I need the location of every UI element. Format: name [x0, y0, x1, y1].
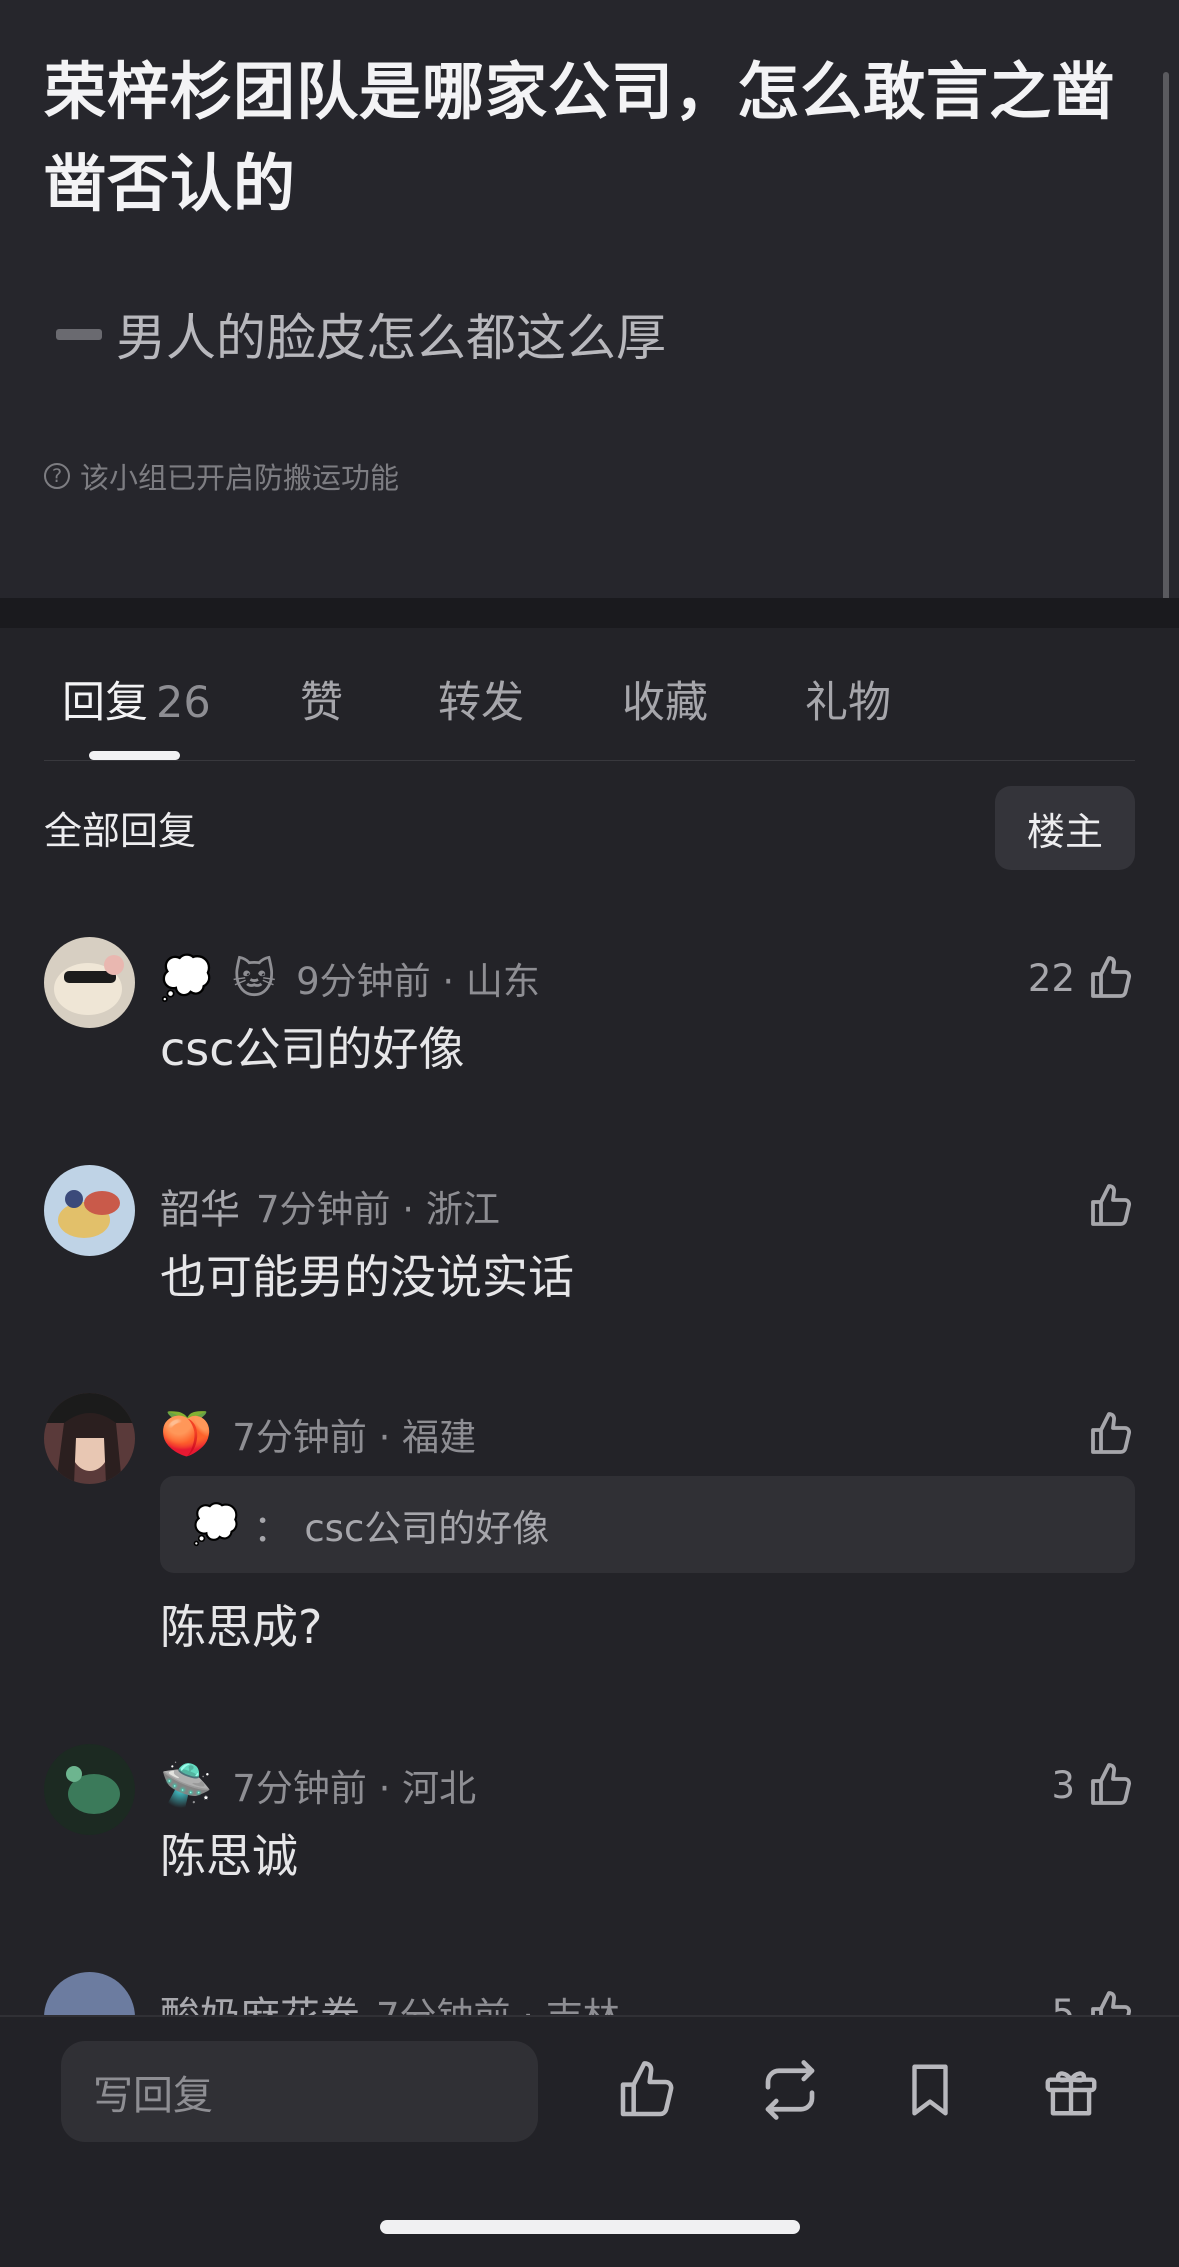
- active-tab-indicator: [89, 751, 180, 760]
- tab-likes[interactable]: 赞: [300, 668, 343, 730]
- bookmark-icon[interactable]: [895, 2055, 965, 2125]
- comment-meta: 🛸 7分钟前 · 河北: [160, 1750, 476, 1820]
- tab-replies-label: 回复: [62, 678, 148, 728]
- comment-text: csc公司的好像: [160, 1022, 465, 1076]
- time-location: 7分钟前 · 浙江: [256, 1188, 500, 1231]
- tab-gifts[interactable]: 礼物: [805, 668, 891, 730]
- quoted-reply[interactable]: 💭 ： csc公司的好像: [160, 1476, 1135, 1573]
- tab-bar: 回复 26 赞 转发 收藏 礼物: [0, 628, 1179, 760]
- avatar[interactable]: [44, 1744, 135, 1835]
- comment-meta: 韶华 7分钟前 · 浙江: [160, 1171, 500, 1241]
- gift-icon[interactable]: [1036, 2055, 1106, 2125]
- avatar[interactable]: [44, 1393, 135, 1484]
- tab-reposts[interactable]: 转发: [438, 668, 524, 730]
- cloud-emoji-icon: 💭: [192, 1502, 240, 1546]
- avatar[interactable]: [44, 1165, 135, 1256]
- time-location: 9分钟前 · 山东: [296, 960, 540, 1003]
- tab-replies-count: 26: [156, 678, 211, 728]
- username[interactable]: 韶华: [160, 1177, 240, 1235]
- help-icon[interactable]: ?: [44, 463, 70, 489]
- like-button[interactable]: 22: [1028, 943, 1135, 1013]
- repost-icon[interactable]: [755, 2055, 825, 2125]
- tabs-divider: [44, 760, 1135, 761]
- tab-favorites[interactable]: 收藏: [622, 668, 708, 730]
- time-location: 7分钟前 · 福建: [232, 1416, 477, 1459]
- reply-input[interactable]: 写回复: [61, 2041, 538, 2142]
- thumb-up-icon: [1091, 956, 1132, 998]
- like-button[interactable]: 3: [1051, 1750, 1135, 1820]
- post-quote: 男人的脸皮怎么都这么厚: [56, 298, 666, 370]
- cat-sticker-icon: 🐱: [232, 953, 277, 1003]
- owner-filter-button[interactable]: 楼主: [995, 786, 1135, 870]
- thumb-up-icon: [1091, 1184, 1132, 1226]
- all-replies-title: 全部回复: [44, 809, 197, 853]
- comment-text: 陈思成?: [160, 1600, 323, 1654]
- comment-text: 也可能男的没说实话: [160, 1250, 574, 1304]
- tab-replies[interactable]: 回复 26: [62, 668, 211, 730]
- anti-repost-text: 该小组已开启防搬运功能: [80, 461, 400, 495]
- time-location: 7分钟前 · 河北: [232, 1767, 477, 1810]
- scrollbar[interactable]: [1163, 72, 1169, 620]
- thumb-up-icon: [1091, 1763, 1132, 1805]
- ufo-emoji-icon: 🛸: [160, 1760, 213, 1809]
- like-count: 3: [1051, 1763, 1075, 1807]
- peach-emoji-icon: 🍑: [160, 1409, 213, 1458]
- post-quote-text: 男人的脸皮怎么都这么厚: [116, 309, 666, 367]
- like-count: 22: [1027, 956, 1075, 1000]
- cloud-emoji-icon: 💭: [160, 953, 213, 1002]
- anti-repost-notice[interactable]: ? 该小组已开启防搬运功能: [44, 455, 399, 497]
- thumb-up-icon[interactable]: [612, 2055, 682, 2125]
- quote-bar: [56, 328, 102, 340]
- like-button[interactable]: [1075, 1399, 1135, 1469]
- quoted-text: csc公司的好像: [304, 1506, 550, 1550]
- post-title: 荣梓杉团队是哪家公司，怎么敢言之凿凿否认的: [44, 55, 1116, 220]
- quote-separator: ：: [253, 1506, 291, 1550]
- home-indicator[interactable]: [380, 2220, 800, 2234]
- like-button[interactable]: [1075, 1171, 1135, 1241]
- section-divider: [0, 598, 1179, 628]
- avatar[interactable]: [44, 937, 135, 1028]
- thumb-up-icon: [1091, 1412, 1132, 1454]
- comment-meta: 💭 🐱 9分钟前 · 山东: [160, 943, 540, 1013]
- comment-text: 陈思诚: [160, 1829, 298, 1883]
- post-header: 荣梓杉团队是哪家公司，怎么敢言之凿凿否认的 男人的脸皮怎么都这么厚 ? 该小组已…: [0, 0, 1179, 598]
- comment-meta: 🍑 7分钟前 · 福建: [160, 1399, 476, 1469]
